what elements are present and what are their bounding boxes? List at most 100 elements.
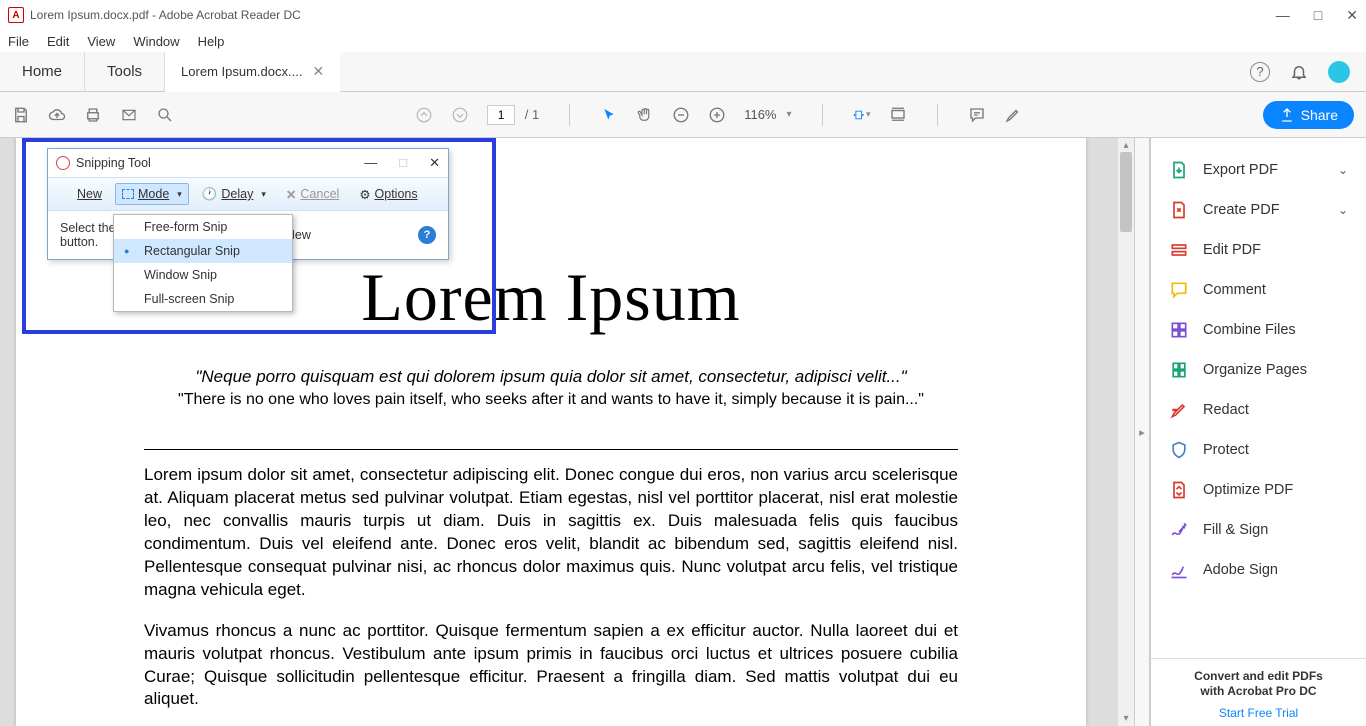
tool-icon: [1169, 400, 1189, 420]
vertical-scrollbar[interactable]: ▴ ▾: [1117, 138, 1134, 726]
page-current-input[interactable]: [487, 105, 515, 125]
tool-icon: [1169, 480, 1189, 500]
tool-optimize-pdf[interactable]: Optimize PDF: [1151, 470, 1366, 510]
scroll-mode-icon[interactable]: [889, 106, 907, 124]
rightpane-collapse-handle[interactable]: ▸: [1134, 138, 1150, 726]
tool-label: Redact: [1203, 402, 1249, 418]
snip-cancel-button: ✕Cancel: [279, 183, 346, 206]
doc-paragraph-2: Vivamus rhoncus a nunc ac porttitor. Qui…: [144, 620, 958, 712]
scroll-up-icon[interactable]: ▴: [1118, 140, 1134, 151]
snip-options-button[interactable]: ⚙Options: [352, 183, 424, 206]
highlight-icon[interactable]: [1004, 106, 1022, 124]
page-up-icon[interactable]: [415, 106, 433, 124]
window-minimize-icon[interactable]: —: [1276, 7, 1290, 24]
tool-icon: [1169, 320, 1189, 340]
menu-window[interactable]: Window: [133, 34, 179, 49]
tool-comment[interactable]: Comment: [1151, 270, 1366, 310]
tool-label: Protect: [1203, 442, 1249, 458]
help-icon[interactable]: ?: [1250, 62, 1270, 82]
tool-export-pdf[interactable]: Export PDF ⌄: [1151, 150, 1366, 190]
tool-redact[interactable]: Redact: [1151, 390, 1366, 430]
pointer-icon[interactable]: [600, 106, 618, 124]
zoom-in-icon[interactable]: [708, 106, 726, 124]
share-button[interactable]: Share: [1263, 101, 1354, 129]
window-titlebar: A Lorem Ipsum.docx.pdf - Adobe Acrobat R…: [0, 0, 1366, 30]
fit-width-icon[interactable]: ▾: [853, 106, 871, 124]
snip-delay-button[interactable]: 🕐Delay▾: [195, 183, 273, 206]
tool-label: Edit PDF: [1203, 242, 1261, 258]
tab-close-icon[interactable]: ✕: [312, 63, 324, 80]
menu-help[interactable]: Help: [198, 34, 225, 49]
snip-mode-freeform[interactable]: Free-form Snip: [114, 215, 292, 239]
print-icon[interactable]: [84, 106, 102, 124]
menu-edit[interactable]: Edit: [47, 34, 69, 49]
clock-icon: 🕐: [202, 187, 218, 202]
cloud-icon[interactable]: [48, 106, 66, 124]
acrobat-app-icon: A: [8, 7, 24, 23]
bell-icon[interactable]: [1290, 63, 1308, 81]
email-icon[interactable]: [120, 106, 138, 124]
tool-label: Create PDF: [1203, 202, 1280, 218]
snip-mode-button[interactable]: Mode▾: [115, 183, 189, 205]
snip-minimize-icon[interactable]: —: [364, 155, 377, 171]
comment-icon[interactable]: [968, 106, 986, 124]
search-icon[interactable]: [156, 106, 174, 124]
chevron-down-icon: ⌄: [1338, 163, 1348, 177]
tool-label: Comment: [1203, 282, 1266, 298]
menu-view[interactable]: View: [87, 34, 115, 49]
tools-pane: Export PDF ⌄ Create PDF⌄ Edit PDF Comment Com…: [1150, 138, 1366, 726]
tool-edit-pdf[interactable]: Edit PDF: [1151, 230, 1366, 270]
tool-icon: [1169, 240, 1189, 260]
tool-create-pdf[interactable]: Create PDF⌄: [1151, 190, 1366, 230]
save-icon[interactable]: [12, 106, 30, 124]
gear-icon: ⚙: [359, 187, 370, 202]
snip-new-button[interactable]: New: [54, 183, 109, 205]
tool-label: Organize Pages: [1203, 362, 1307, 378]
share-label: Share: [1301, 107, 1338, 123]
tool-icon: [1169, 440, 1189, 460]
tab-home[interactable]: Home: [0, 52, 85, 91]
scroll-down-icon[interactable]: ▾: [1118, 713, 1134, 724]
document-viewport[interactable]: Lorem Ipsum "Neque porro quisquam est qu…: [0, 138, 1117, 726]
tool-icon: [1169, 520, 1189, 540]
snip-mode-rectangular[interactable]: Rectangular Snip: [114, 239, 292, 263]
toolbar: / 1 116%▾ ▾ Share: [0, 92, 1366, 138]
snip-titlebar: Snipping Tool — □ ✕: [48, 149, 448, 177]
tool-label: Combine Files: [1203, 322, 1296, 338]
doc-quote-english: "There is no one who loves pain itself, …: [144, 391, 958, 409]
window-maximize-icon[interactable]: □: [1314, 7, 1322, 24]
snip-mode-menu: Free-form Snip Rectangular Snip Window S…: [113, 214, 293, 312]
snip-help-icon[interactable]: ?: [418, 226, 436, 244]
tool-combine-files[interactable]: Combine Files: [1151, 310, 1366, 350]
doc-divider: [144, 449, 958, 450]
tabs-bar: Home Tools Lorem Ipsum.docx.... ✕ ?: [0, 52, 1366, 92]
snip-title: Snipping Tool: [76, 156, 151, 170]
window-title: Lorem Ipsum.docx.pdf - Adobe Acrobat Rea…: [30, 8, 301, 22]
user-avatar[interactable]: [1328, 61, 1350, 83]
tool-label: Adobe Sign: [1203, 562, 1278, 578]
window-close-icon[interactable]: ✕: [1346, 7, 1358, 24]
zoom-level[interactable]: 116%▾: [744, 107, 791, 122]
tool-protect[interactable]: Protect: [1151, 430, 1366, 470]
tool-label: Export PDF: [1203, 162, 1278, 178]
tool-adobe-sign[interactable]: Adobe Sign: [1151, 550, 1366, 590]
tab-document-label: Lorem Ipsum.docx....: [181, 64, 302, 79]
snip-mode-fullscreen[interactable]: Full-screen Snip: [114, 287, 292, 311]
snip-close-icon[interactable]: ✕: [429, 155, 440, 171]
tab-document[interactable]: Lorem Ipsum.docx.... ✕: [165, 52, 340, 92]
scroll-thumb[interactable]: [1120, 152, 1132, 232]
doc-paragraph-1: Lorem ipsum dolor sit amet, consectetur …: [144, 464, 958, 602]
promo-text: Convert and edit PDFswith Acrobat Pro DC: [1159, 669, 1358, 700]
tool-organize-pages[interactable]: Organize Pages: [1151, 350, 1366, 390]
doc-quote-latin: "Neque porro quisquam est qui dolorem ip…: [144, 367, 958, 387]
snip-maximize-icon[interactable]: □: [399, 155, 407, 171]
tool-fill-sign[interactable]: Fill & Sign: [1151, 510, 1366, 550]
start-free-trial-link[interactable]: Start Free Trial: [1159, 706, 1358, 720]
zoom-out-icon[interactable]: [672, 106, 690, 124]
tab-tools[interactable]: Tools: [85, 52, 165, 91]
snip-mode-window[interactable]: Window Snip: [114, 263, 292, 287]
menu-file[interactable]: File: [8, 34, 29, 49]
menu-bar: File Edit View Window Help: [0, 30, 1366, 52]
hand-icon[interactable]: [636, 106, 654, 124]
page-down-icon[interactable]: [451, 106, 469, 124]
